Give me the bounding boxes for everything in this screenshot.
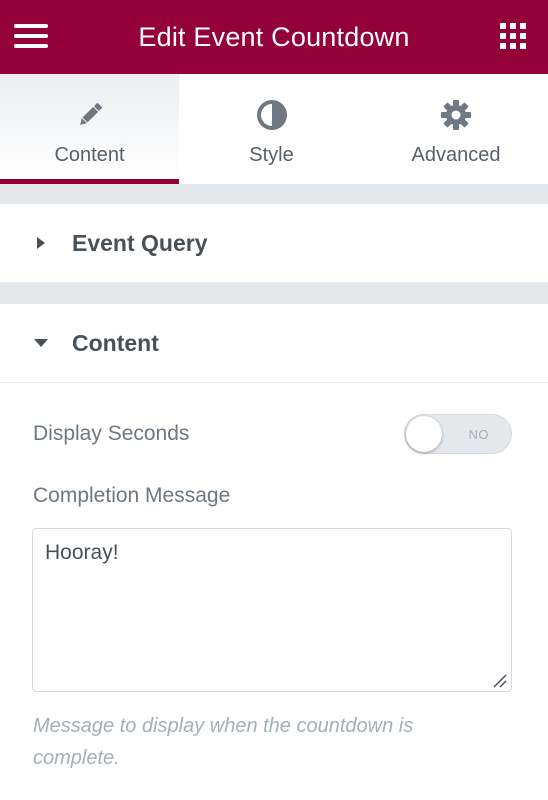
tab-style[interactable]: Style — [179, 74, 364, 184]
panel-header: Edit Event Countdown — [0, 0, 548, 74]
panel-gap — [0, 184, 548, 204]
display-seconds-label: Display Seconds — [33, 422, 190, 445]
completion-message-description: Message to display when the countdown is… — [33, 715, 414, 769]
caret-down-icon — [34, 336, 48, 350]
tab-label: Advanced — [411, 144, 501, 166]
section-event-query[interactable]: Event Query — [0, 204, 548, 282]
panel-tabs: Content Style Advanced — [0, 74, 548, 184]
tab-label: Content — [54, 144, 125, 166]
tab-advanced[interactable]: Advanced — [364, 74, 548, 184]
section-title: Event Query — [72, 229, 208, 256]
pencil-icon — [73, 98, 107, 132]
completion-message-textarea[interactable] — [32, 528, 512, 692]
caret-right-icon — [34, 236, 48, 250]
gear-icon — [439, 98, 473, 132]
section-content[interactable]: Content — [0, 304, 548, 382]
section-divider — [0, 382, 548, 383]
tab-label: Style — [249, 144, 294, 166]
tab-content[interactable]: Content — [0, 74, 179, 184]
resize-handle-icon[interactable] — [491, 672, 507, 688]
hamburger-icon[interactable] — [14, 20, 50, 52]
display-seconds-toggle[interactable]: NO — [404, 414, 512, 454]
panel-title: Edit Event Countdown — [138, 21, 410, 52]
half-circle-icon — [255, 98, 289, 132]
toggle-knob — [406, 416, 442, 452]
toggle-text: NO — [468, 427, 489, 442]
grid-icon[interactable] — [500, 23, 526, 49]
panel-gap — [0, 282, 548, 304]
completion-message-label: Completion Message — [33, 484, 231, 507]
section-title: Content — [72, 329, 159, 356]
